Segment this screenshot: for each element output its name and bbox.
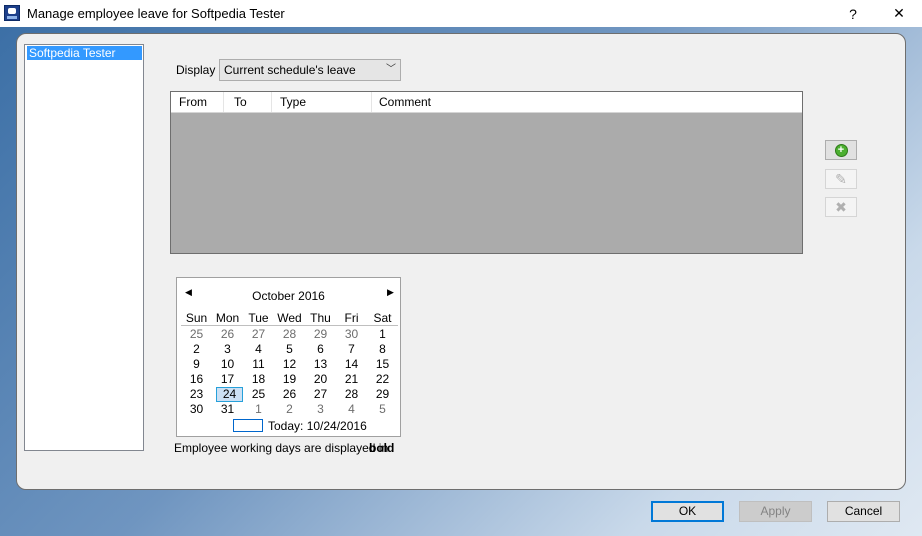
column-header-comment[interactable]: Comment	[371, 92, 802, 112]
calendar-month-title[interactable]: October 2016	[177, 289, 400, 303]
calendar-day[interactable]: 6	[305, 342, 336, 357]
calendar-day[interactable]: 2	[181, 342, 212, 357]
leave-grid[interactable]: From To Type Comment	[170, 91, 803, 254]
today-label[interactable]: Today: 10/24/2016	[268, 419, 367, 433]
calendar-day[interactable]: 19	[274, 372, 305, 387]
day-name: Fri	[344, 311, 359, 325]
calendar-day[interactable]: 14	[336, 357, 367, 372]
apply-button[interactable]: Apply	[739, 501, 812, 522]
calendar-day[interactable]: 22	[367, 372, 398, 387]
day-name: Wed	[277, 311, 302, 325]
calendar-day[interactable]: 25	[243, 387, 274, 402]
calendar-day[interactable]: 4	[243, 342, 274, 357]
calendar-day[interactable]: 26	[274, 387, 305, 402]
display-label: Display	[176, 63, 216, 77]
calendar-day[interactable]: 30	[336, 327, 367, 342]
title-bar: Manage employee leave for Softpedia Test…	[0, 0, 922, 27]
day-name: Thu	[310, 311, 331, 325]
calendar-day[interactable]: 5	[367, 402, 398, 417]
working-days-note-bold: bold	[369, 441, 395, 455]
day-name: Tue	[248, 311, 269, 325]
calendar-day[interactable]: 28	[274, 327, 305, 342]
calendar-day[interactable]: 13	[305, 357, 336, 372]
today-marker	[233, 419, 263, 432]
calendar-day[interactable]: 20	[305, 372, 336, 387]
column-header-to[interactable]: To	[226, 92, 272, 112]
calendar-day[interactable]: 27	[305, 387, 336, 402]
calendar-day[interactable]: 29	[305, 327, 336, 342]
calendar-day[interactable]: 7	[336, 342, 367, 357]
calendar-day[interactable]: 3	[305, 402, 336, 417]
ok-button[interactable]: OK	[651, 501, 724, 522]
calendar-day[interactable]: 10	[212, 357, 243, 372]
calendar-day[interactable]: 1	[243, 402, 274, 417]
day-name: Mon	[215, 311, 240, 325]
cancel-button[interactable]: Cancel	[827, 501, 900, 522]
calendar-day[interactable]: 23	[181, 387, 212, 402]
calendar-day-names: Sun Mon Tue Wed Thu Fri Sat	[181, 311, 398, 326]
add-leave-button[interactable]: +	[825, 140, 857, 160]
next-month-icon[interactable]: ▶	[387, 287, 394, 298]
calendar-day[interactable]: 11	[243, 357, 274, 372]
pencil-icon: ✎	[835, 171, 847, 187]
employee-item[interactable]: Softpedia Tester	[27, 46, 142, 60]
column-header-type[interactable]: Type	[272, 92, 372, 112]
working-days-note: Employee working days are displayed in	[174, 441, 389, 455]
edit-leave-button[interactable]: ✎	[825, 169, 857, 189]
calendar-day[interactable]: 16	[181, 372, 212, 387]
month-calendar[interactable]: ◀ October 2016 ▶ Sun Mon Tue Wed Thu Fri…	[176, 277, 401, 437]
calendar-day[interactable]: 2	[274, 402, 305, 417]
calendar-day[interactable]: 8	[367, 342, 398, 357]
calendar-day[interactable]: 3	[212, 342, 243, 357]
column-header-from[interactable]: From	[171, 92, 224, 112]
calendar-day[interactable]: 30	[181, 402, 212, 417]
calendar-day[interactable]: 24	[216, 387, 243, 402]
calendar-day[interactable]: 4	[336, 402, 367, 417]
calendar-day[interactable]: 12	[274, 357, 305, 372]
delete-leave-button[interactable]: ✖	[825, 197, 857, 217]
window-title: Manage employee leave for Softpedia Test…	[27, 6, 285, 21]
display-selected-value: Current schedule's leave	[224, 63, 356, 77]
calendar-day[interactable]: 5	[274, 342, 305, 357]
close-button[interactable]: ✕	[876, 0, 922, 27]
calendar-day[interactable]: 21	[336, 372, 367, 387]
calendar-day[interactable]: 15	[367, 357, 398, 372]
chevron-down-icon: ﹀	[386, 64, 396, 75]
help-button[interactable]: ?	[830, 0, 876, 27]
calendar-day[interactable]: 31	[212, 402, 243, 417]
calendar-day[interactable]: 9	[181, 357, 212, 372]
calendar-day[interactable]: 29	[367, 387, 398, 402]
calendar-day[interactable]: 26	[212, 327, 243, 342]
calendar-day[interactable]: 28	[336, 387, 367, 402]
app-icon	[4, 5, 20, 21]
calendar-day[interactable]: 25	[181, 327, 212, 342]
calendar-days: 25 26 27 28 29 30 1 2 3 4 5 6 7 8 9 10 11 12 13 14 15 16 17 18 1…	[181, 327, 398, 417]
day-name: Sat	[373, 311, 392, 325]
delete-icon: ✖	[835, 199, 847, 215]
employee-list[interactable]: Softpedia Tester	[24, 44, 144, 451]
display-dropdown[interactable]: Current schedule's leave ﹀	[219, 59, 401, 81]
grid-header: From To Type Comment	[171, 92, 802, 113]
calendar-day[interactable]: 1	[367, 327, 398, 342]
add-icon: +	[834, 143, 848, 157]
calendar-day[interactable]: 27	[243, 327, 274, 342]
calendar-day[interactable]: 18	[243, 372, 274, 387]
calendar-day[interactable]: 17	[212, 372, 243, 387]
day-name: Sun	[185, 311, 208, 325]
